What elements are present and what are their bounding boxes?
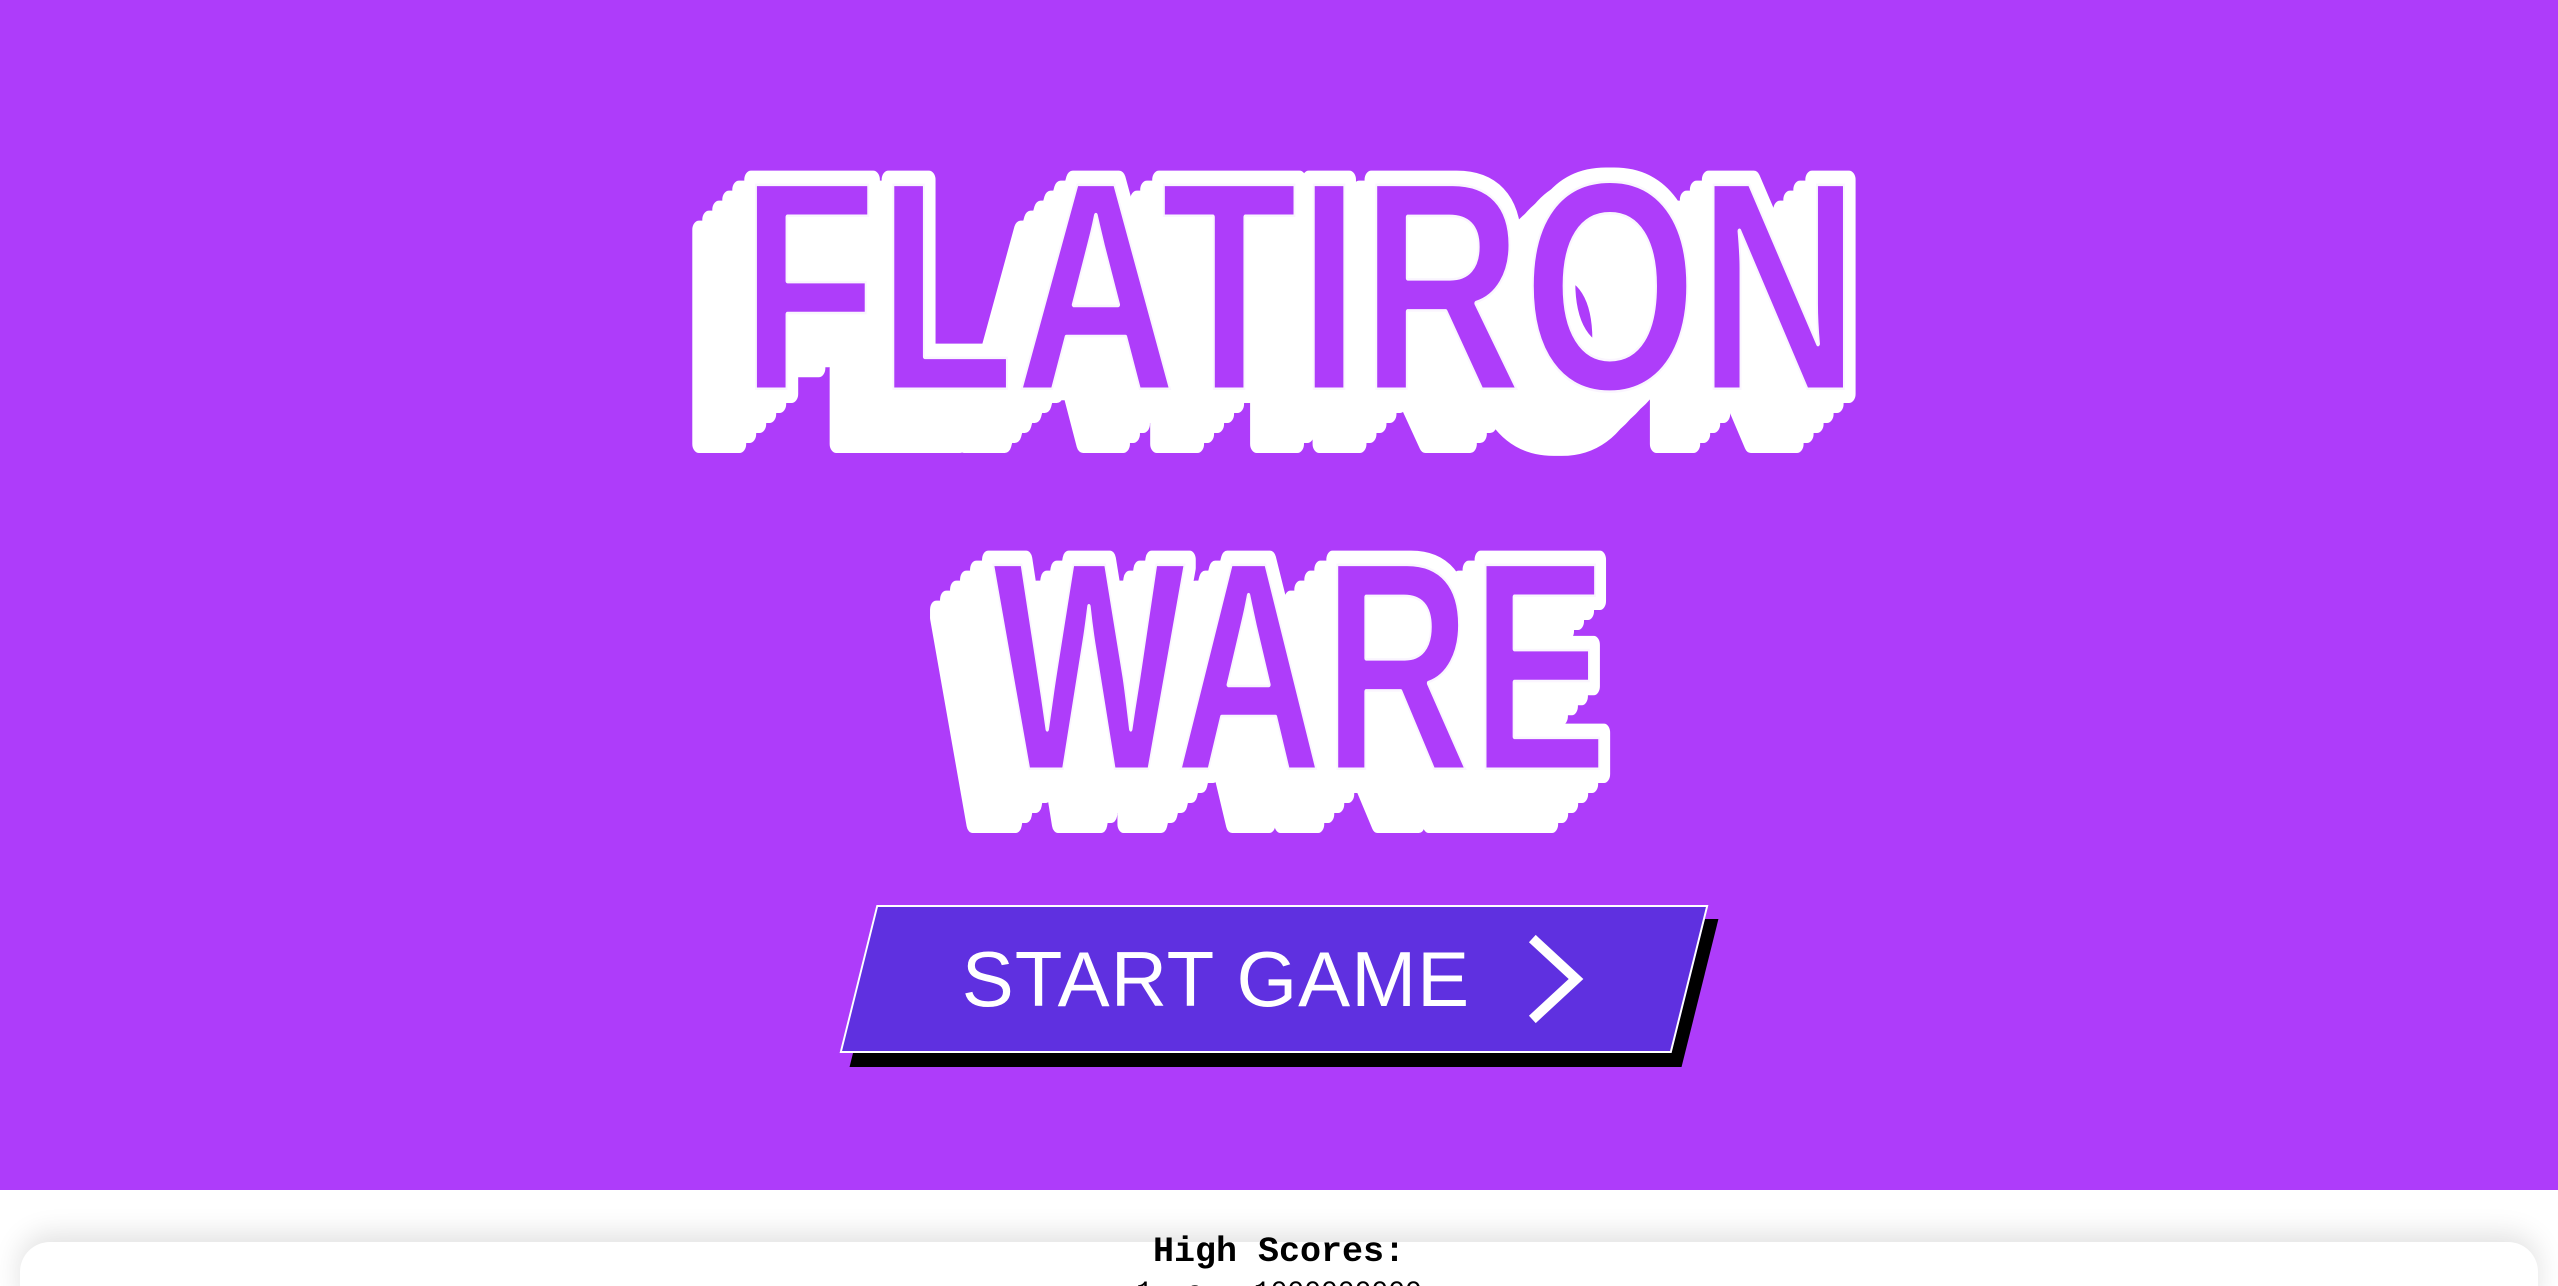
high-scores-list: 1. a - 1000000000 [0, 1278, 2558, 1286]
score-rank: 1. [1136, 1278, 1186, 1286]
score-player-name: a - [1187, 1278, 1254, 1286]
score-value: 1000000000 [1254, 1278, 1422, 1286]
high-scores-title: High Scores: [1152, 1232, 1406, 1272]
start-button-label: START GAME [961, 935, 1471, 1023]
title-screen: FLATIRON WARE FLATIRON WARE START GAME [0, 0, 2558, 1190]
chevron-right-icon [1529, 934, 1584, 1024]
title-line-1-inline: FLATIRON [740, 118, 1860, 454]
start-game-button[interactable]: START GAME [839, 905, 1719, 1070]
high-scores-panel: High Scores: 1. a - 1000000000 [0, 1190, 2558, 1286]
high-score-entry: 1. a - 1000000000 [0, 1278, 2558, 1286]
title-line-2-inline: WARE [992, 498, 1608, 834]
start-button-content: START GAME [858, 905, 1690, 1053]
